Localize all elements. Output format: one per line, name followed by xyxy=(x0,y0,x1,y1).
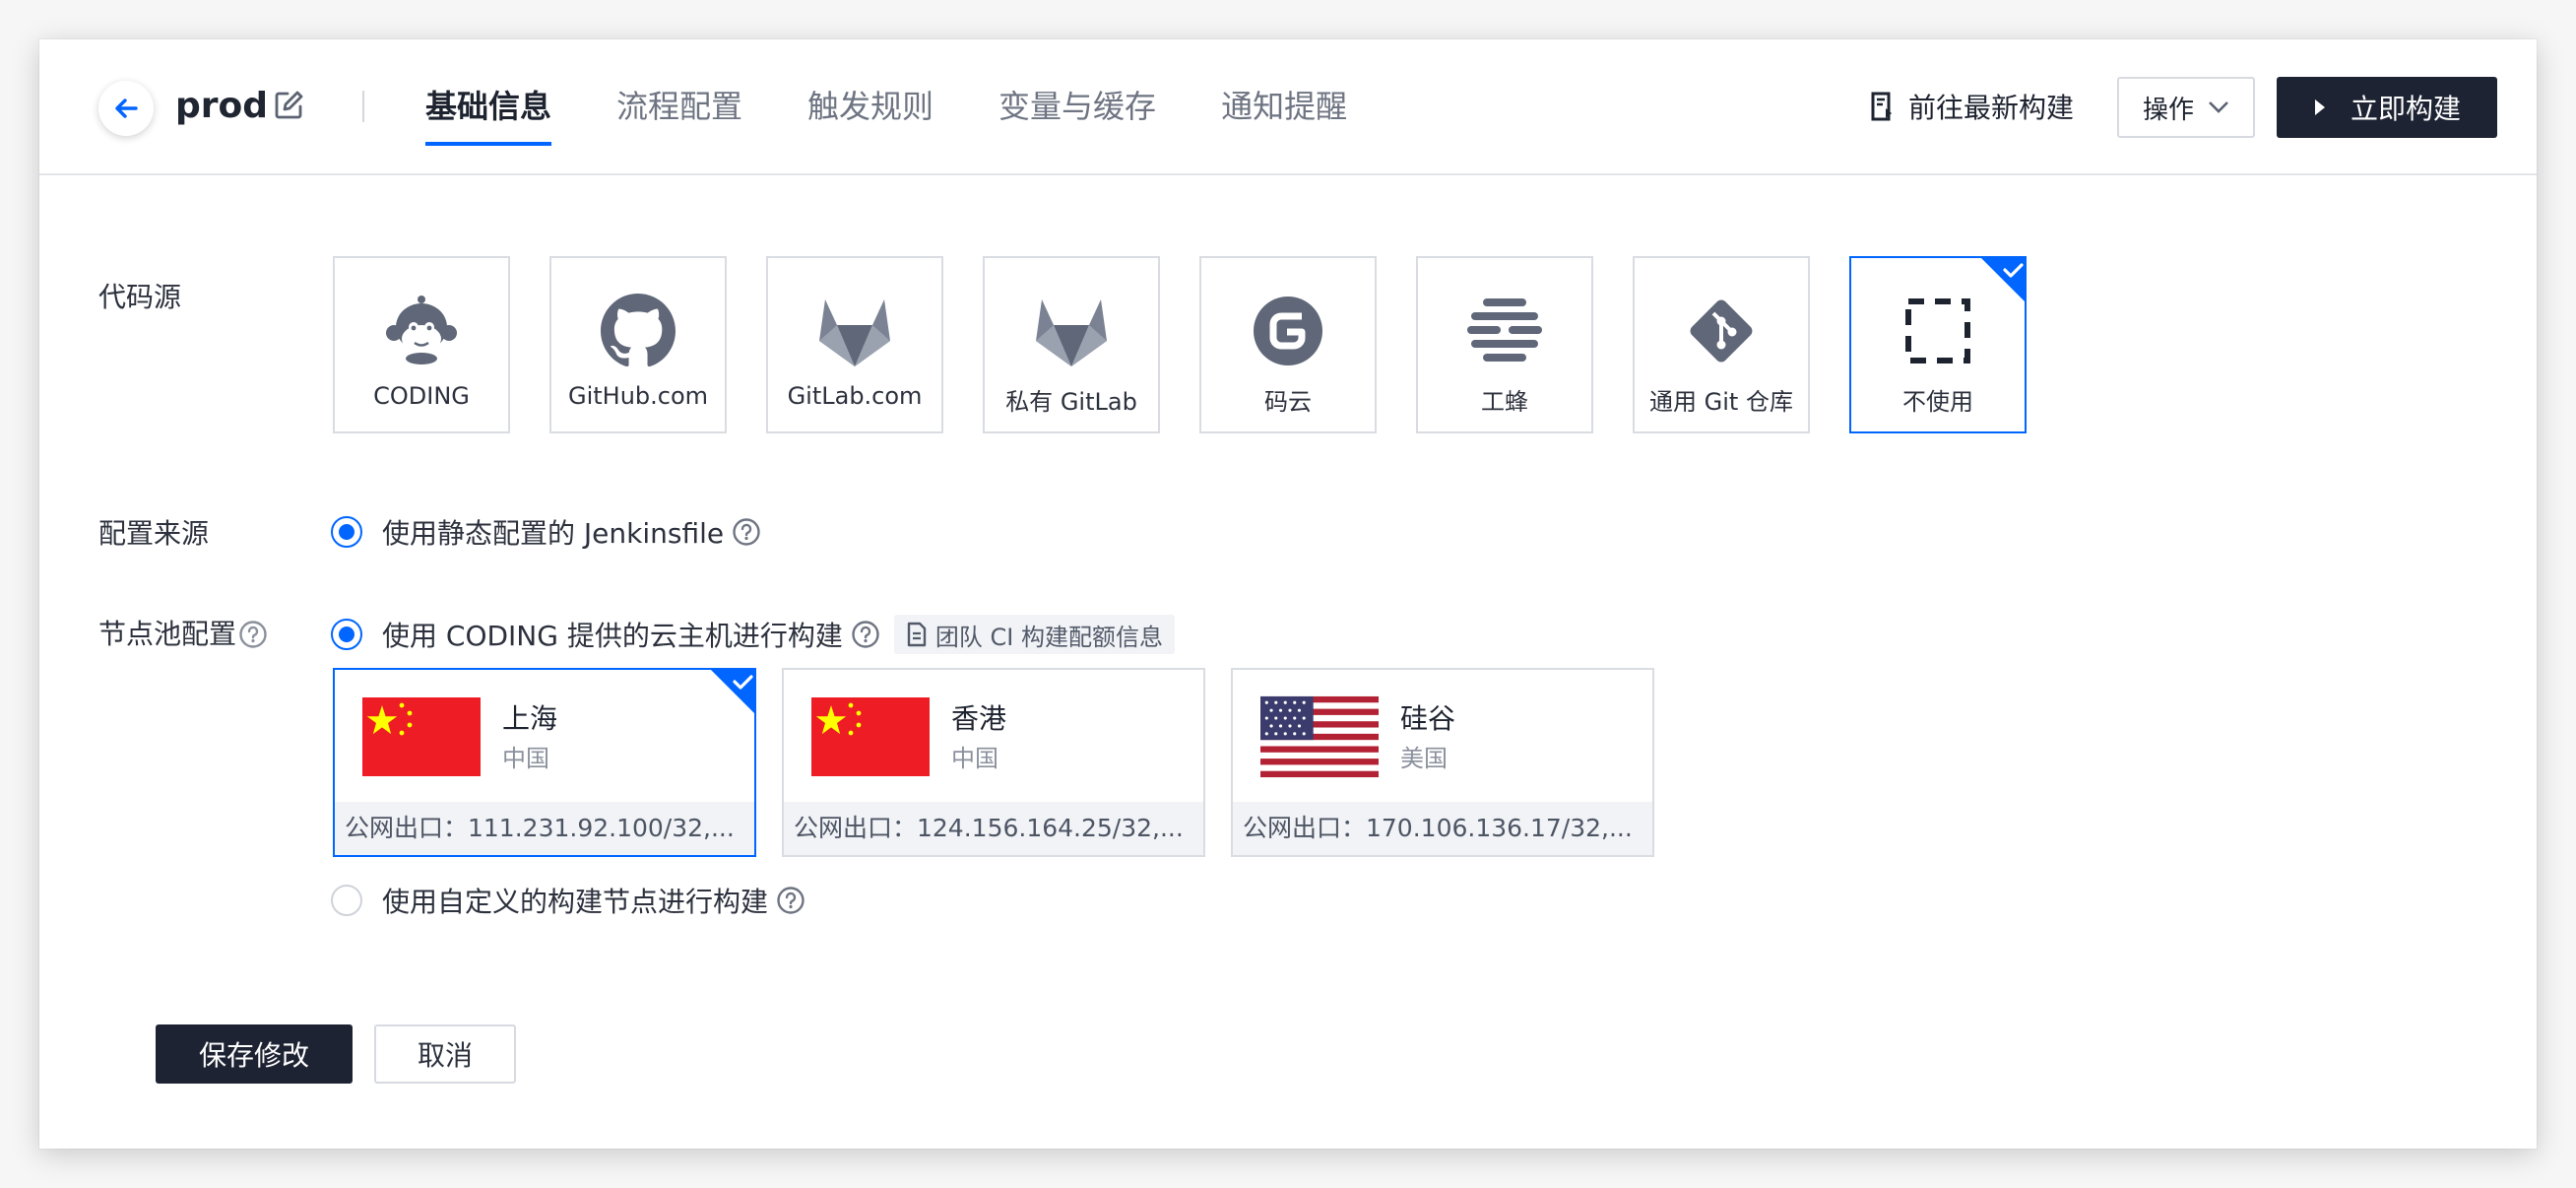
chevron-down-icon xyxy=(2209,101,2228,113)
region-name: 硅谷 xyxy=(1400,702,1456,735)
china-flag-icon xyxy=(362,697,481,776)
help-icon[interactable] xyxy=(851,620,880,649)
cancel-button[interactable]: 取消 xyxy=(374,1024,516,1084)
gitee-icon xyxy=(1254,297,1322,365)
quota-info-link[interactable]: 团队 CI 构建配额信息 xyxy=(893,615,1175,654)
region-country: 中国 xyxy=(502,745,549,772)
code-source-label-private-gitlab: 私有 GitLab xyxy=(1005,388,1137,416)
code-source-gitee[interactable]: 码云 xyxy=(1199,256,1377,433)
node-pool-cloud-row: 使用 CODING 提供的云主机进行构建 团队 CI 构建配额信息 xyxy=(331,615,1175,654)
node-pool-cloud-radio[interactable] xyxy=(331,619,362,650)
config-source-static-label: 使用静态配置的 Jenkinsfile xyxy=(382,517,725,550)
code-source-label-github: GitHub.com xyxy=(567,382,709,410)
code-source-gitlab-com[interactable]: GitLab.com xyxy=(766,256,943,433)
build-now-button[interactable]: 立即构建 xyxy=(2277,77,2497,138)
code-source-tgit[interactable]: 工蜂 xyxy=(1416,256,1593,433)
tab-notifications[interactable]: 通知提醒 xyxy=(1221,39,1347,175)
quota-info-label: 团队 CI 构建配额信息 xyxy=(934,623,1163,651)
tab-bar: 基础信息 流程配置 触发规则 变量与缓存 通知提醒 xyxy=(425,39,1412,175)
play-icon xyxy=(2314,99,2325,115)
help-icon[interactable] xyxy=(732,517,761,547)
code-source-label-generic-git: 通用 Git 仓库 xyxy=(1649,388,1793,416)
region-card-hongkong[interactable]: 香港 中国 公网出口：124.156.164.25/32,... xyxy=(782,668,1205,857)
code-source-label-none: 不使用 xyxy=(1902,388,1973,416)
tgit-icon xyxy=(1467,298,1542,362)
node-pool-label: 节点池配置 xyxy=(98,618,237,650)
region-grid: 上海 中国 公网出口：111.231.92.100/32,... 香港 中国 公… xyxy=(333,668,1680,857)
region-name: 香港 xyxy=(951,702,1007,735)
tab-variables-cache[interactable]: 变量与缓存 xyxy=(998,39,1156,175)
dashed-box-icon xyxy=(1905,298,1970,363)
pipeline-settings-window: prod 基础信息 流程配置 触发规则 变量与缓存 通知提醒 前往最新构建 操作 xyxy=(39,39,2537,1149)
gitlab-icon xyxy=(819,299,890,366)
latest-build-label: 前往最新构建 xyxy=(1908,92,2075,124)
region-egress-ip: 公网出口：170.106.136.17/32,... xyxy=(1233,802,1652,855)
region-egress-ip: 公网出口：124.156.164.25/32,... xyxy=(784,802,1203,855)
code-source-github[interactable]: GitHub.com xyxy=(549,256,727,433)
china-flag-icon xyxy=(811,697,930,776)
header-divider xyxy=(362,91,364,122)
code-source-label-gitlab-com: GitLab.com xyxy=(787,382,923,410)
region-country: 美国 xyxy=(1400,745,1448,772)
help-icon[interactable] xyxy=(238,620,268,649)
gitlab-icon xyxy=(1036,299,1107,366)
selected-check-icon xyxy=(1979,256,2027,303)
arrow-left-icon xyxy=(115,99,138,118)
operations-label: 操作 xyxy=(2142,95,2194,125)
code-source-label-tgit: 工蜂 xyxy=(1481,388,1528,416)
build-record-icon xyxy=(1871,92,1892,121)
build-now-label: 立即构建 xyxy=(2350,93,2461,125)
region-egress-ip: 公网出口：111.231.92.100/32,... xyxy=(335,802,754,855)
node-pool-custom-radio[interactable] xyxy=(331,885,362,916)
selected-check-icon xyxy=(711,670,754,713)
tab-trigger-rules[interactable]: 触发规则 xyxy=(807,39,934,175)
page-title: prod xyxy=(175,86,269,126)
code-source-private-gitlab[interactable]: 私有 GitLab xyxy=(983,256,1160,433)
code-source-generic-git[interactable]: 通用 Git 仓库 xyxy=(1633,256,1810,433)
config-source-static-radio[interactable] xyxy=(331,516,362,548)
git-icon xyxy=(1690,299,1753,363)
node-pool-label-row: 节点池配置 xyxy=(98,615,268,654)
code-source-label-coding: CODING xyxy=(373,382,470,410)
coding-monkey-icon xyxy=(386,296,457,364)
save-button[interactable]: 保存修改 xyxy=(156,1024,353,1084)
code-source-label: 代码源 xyxy=(98,281,182,313)
code-source-grid: CODING GitHub.com GitLab.com 私有 GitLab 码… xyxy=(333,256,2066,433)
operations-dropdown[interactable]: 操作 xyxy=(2117,77,2255,138)
region-country: 中国 xyxy=(951,745,998,772)
help-icon[interactable] xyxy=(776,886,805,915)
latest-build-link[interactable]: 前往最新构建 xyxy=(1869,83,2074,130)
region-card-silicon-valley[interactable]: 硅谷 美国 公网出口：170.106.136.17/32,... xyxy=(1231,668,1654,857)
us-flag-icon xyxy=(1260,695,1379,778)
code-source-coding[interactable]: CODING xyxy=(333,256,510,433)
node-pool-custom-row: 使用自定义的构建节点进行构建 xyxy=(331,881,805,920)
node-pool-custom-label: 使用自定义的构建节点进行构建 xyxy=(382,886,769,918)
code-source-label-gitee: 码云 xyxy=(1264,388,1312,416)
config-source-row: 使用静态配置的 Jenkinsfile xyxy=(331,512,761,552)
config-source-label: 配置来源 xyxy=(98,517,210,550)
region-name: 上海 xyxy=(502,702,558,735)
document-icon xyxy=(907,622,927,647)
code-source-none[interactable]: 不使用 xyxy=(1849,256,2027,433)
github-icon xyxy=(601,294,676,367)
page-header: prod 基础信息 流程配置 触发规则 变量与缓存 通知提醒 前往最新构建 操作 xyxy=(39,39,2537,175)
back-button[interactable] xyxy=(98,81,154,136)
tab-pipeline-config[interactable]: 流程配置 xyxy=(616,39,742,175)
node-pool-cloud-label: 使用 CODING 提供的云主机进行构建 xyxy=(382,620,843,652)
tab-basic-info[interactable]: 基础信息 xyxy=(425,39,552,175)
edit-icon[interactable] xyxy=(272,89,305,122)
region-card-shanghai[interactable]: 上海 中国 公网出口：111.231.92.100/32,... xyxy=(333,668,756,857)
